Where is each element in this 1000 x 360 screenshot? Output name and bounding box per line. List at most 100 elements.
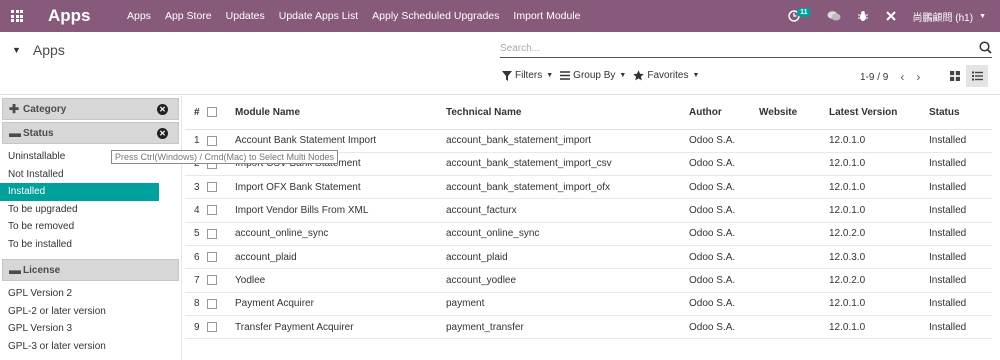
row-select-checkbox[interactable]: [207, 275, 217, 286]
close-icon[interactable]: ✕: [157, 128, 168, 139]
row-select-checkbox[interactable]: [207, 205, 217, 216]
select-all-checkbox[interactable]: [207, 107, 217, 118]
license-option[interactable]: GPL-2 or later version: [0, 303, 159, 321]
table-row[interactable]: 1 Account Bank Statement Import account_ba…: [185, 129, 992, 153]
messaging-menu[interactable]: [827, 0, 841, 32]
row-module-name: Import OFX Bank Statement: [235, 175, 446, 200]
status-label: Status: [23, 127, 54, 139]
row-author: Odoo S.A.: [689, 268, 759, 293]
menu-apply-scheduled-upgrades[interactable]: Apply Scheduled Upgrades: [372, 10, 499, 22]
menu-app-store[interactable]: App Store: [165, 10, 212, 22]
search-input[interactable]: [500, 40, 970, 56]
row-select-checkbox[interactable]: [207, 135, 217, 146]
chevron-down-icon: ▼: [979, 12, 986, 20]
row-module-name: Account Bank Statement Import: [235, 129, 446, 153]
status-option[interactable]: To be removed: [0, 218, 159, 236]
tools-menu[interactable]: [885, 0, 897, 32]
row-website: [759, 292, 829, 316]
group-by-button[interactable]: Group By ▼: [560, 70, 626, 81]
row-module-name: account_online_sync: [235, 222, 446, 246]
row-select-checkbox[interactable]: [207, 298, 217, 309]
license-panel-header[interactable]: ▬ License: [2, 259, 179, 281]
license-option[interactable]: GPL Version 3: [0, 320, 159, 338]
search-icon[interactable]: [979, 41, 992, 54]
table-row[interactable]: 8 Payment Acquirer payment Odoo S.A. 12.0.1.…: [185, 292, 992, 316]
row-version: 12.0.1.0: [829, 292, 929, 316]
row-module-name: Yodlee: [235, 268, 446, 293]
user-name: 尚鵬顧問 (h1): [912, 12, 974, 24]
search-bar: [500, 40, 992, 58]
row-status: Installed: [929, 315, 992, 340]
pager-value[interactable]: 1-9 / 9: [860, 72, 888, 83]
debug-menu[interactable]: [857, 0, 869, 32]
table-row[interactable]: 7 Yodlee account_yodlee Odoo S.A. 12.0.2.0 In…: [185, 268, 992, 293]
row-select-checkbox[interactable]: [207, 228, 217, 239]
status-option[interactable]: To be installed: [0, 236, 159, 254]
col-module-name[interactable]: Module Name: [235, 96, 446, 130]
menu-update-apps-list[interactable]: Update Apps List: [279, 10, 358, 22]
table-row[interactable]: 6 account_plaid account_plaid Odoo S.A. 12.0…: [185, 245, 992, 270]
table-row[interactable]: 4 Import Vendor Bills From XML account_fac…: [185, 198, 992, 223]
row-version: 12.0.2.0: [829, 268, 929, 293]
list-view-button[interactable]: [966, 65, 988, 87]
row-author: Odoo S.A.: [689, 175, 759, 200]
row-module-name: Transfer Payment Acquirer: [235, 315, 446, 340]
user-menu[interactable]: 尚鵬顧問 (h1) ▼: [913, 9, 987, 24]
caret-down-icon: ▼: [619, 72, 627, 79]
col-technical-name[interactable]: Technical Name: [446, 96, 689, 130]
chevron-right-icon[interactable]: ›: [916, 70, 920, 84]
category-panel-header[interactable]: ✚ Category ✕: [2, 98, 179, 120]
table-row[interactable]: 3 Import OFX Bank Statement account_bank_s…: [185, 175, 992, 200]
col-latest-version[interactable]: Latest Version: [829, 96, 929, 130]
row-status: Installed: [929, 292, 992, 316]
license-options: GPL Version 2 GPL-2 or later version GPL…: [0, 281, 181, 359]
row-number: 9: [185, 315, 207, 340]
row-technical-name: account_plaid: [446, 245, 689, 270]
row-select-checkbox[interactable]: [207, 321, 217, 332]
row-select-checkbox[interactable]: [207, 251, 217, 262]
row-technical-name: account_facturx: [446, 198, 689, 223]
filters-button[interactable]: Filters ▼: [502, 70, 553, 81]
modules-table: # Module Name Technical Name Author Webs…: [185, 96, 992, 340]
row-module-name: Import Vendor Bills From XML: [235, 198, 446, 223]
chevron-left-icon[interactable]: ‹: [900, 70, 904, 84]
col-author[interactable]: Author: [689, 96, 759, 130]
menu-import-module[interactable]: Import Module: [513, 10, 580, 22]
menu-updates[interactable]: Updates: [226, 10, 265, 22]
kanban-view-button[interactable]: [944, 65, 966, 87]
row-select-checkbox[interactable]: [207, 182, 217, 193]
view-switcher: [944, 65, 988, 87]
activity-menu[interactable]: 11: [788, 0, 811, 32]
status-option[interactable]: Not Installed: [0, 166, 159, 184]
list-icon: [971, 71, 983, 81]
menu-apps[interactable]: Apps: [127, 10, 151, 22]
row-checkbox: [207, 315, 235, 340]
row-technical-name: payment_transfer: [446, 315, 689, 340]
row-checkbox: [207, 129, 235, 153]
star-icon: [633, 70, 645, 81]
table-row[interactable]: 5 account_online_sync account_online_sync O…: [185, 222, 992, 246]
app-brand[interactable]: Apps: [48, 6, 113, 26]
table-row[interactable]: 9 Transfer Payment Acquirer payment_transf…: [185, 315, 992, 340]
col-status[interactable]: Status: [929, 96, 992, 130]
favorites-button[interactable]: Favorites ▼: [633, 70, 699, 81]
row-technical-name: payment: [446, 292, 689, 316]
row-number: 5: [185, 222, 207, 246]
license-option[interactable]: GPL-3 or later version: [0, 338, 159, 356]
col-website[interactable]: Website: [759, 96, 829, 130]
row-version: 12.0.1.0: [829, 152, 929, 177]
search-options: Filters ▼ Group By ▼ Favorites ▼: [502, 70, 706, 81]
table-header-row: # Module Name Technical Name Author Webs…: [185, 96, 992, 130]
chevron-down-icon[interactable]: ▼: [12, 45, 21, 55]
license-option[interactable]: GPL Version 2: [0, 285, 159, 303]
close-icon[interactable]: ✕: [157, 104, 168, 115]
pager: 1-9 / 9 ‹ ›: [860, 70, 920, 84]
status-panel-header[interactable]: ▬ Status ✕: [2, 122, 179, 144]
app-switcher-icon[interactable]: [0, 0, 34, 32]
row-author: Odoo S.A.: [689, 292, 759, 316]
row-number: 6: [185, 245, 207, 270]
status-option[interactable]: To be upgraded: [0, 201, 159, 219]
status-option-selected[interactable]: Installed: [0, 183, 159, 201]
row-checkbox: [207, 222, 235, 246]
bars-icon: [560, 71, 571, 80]
